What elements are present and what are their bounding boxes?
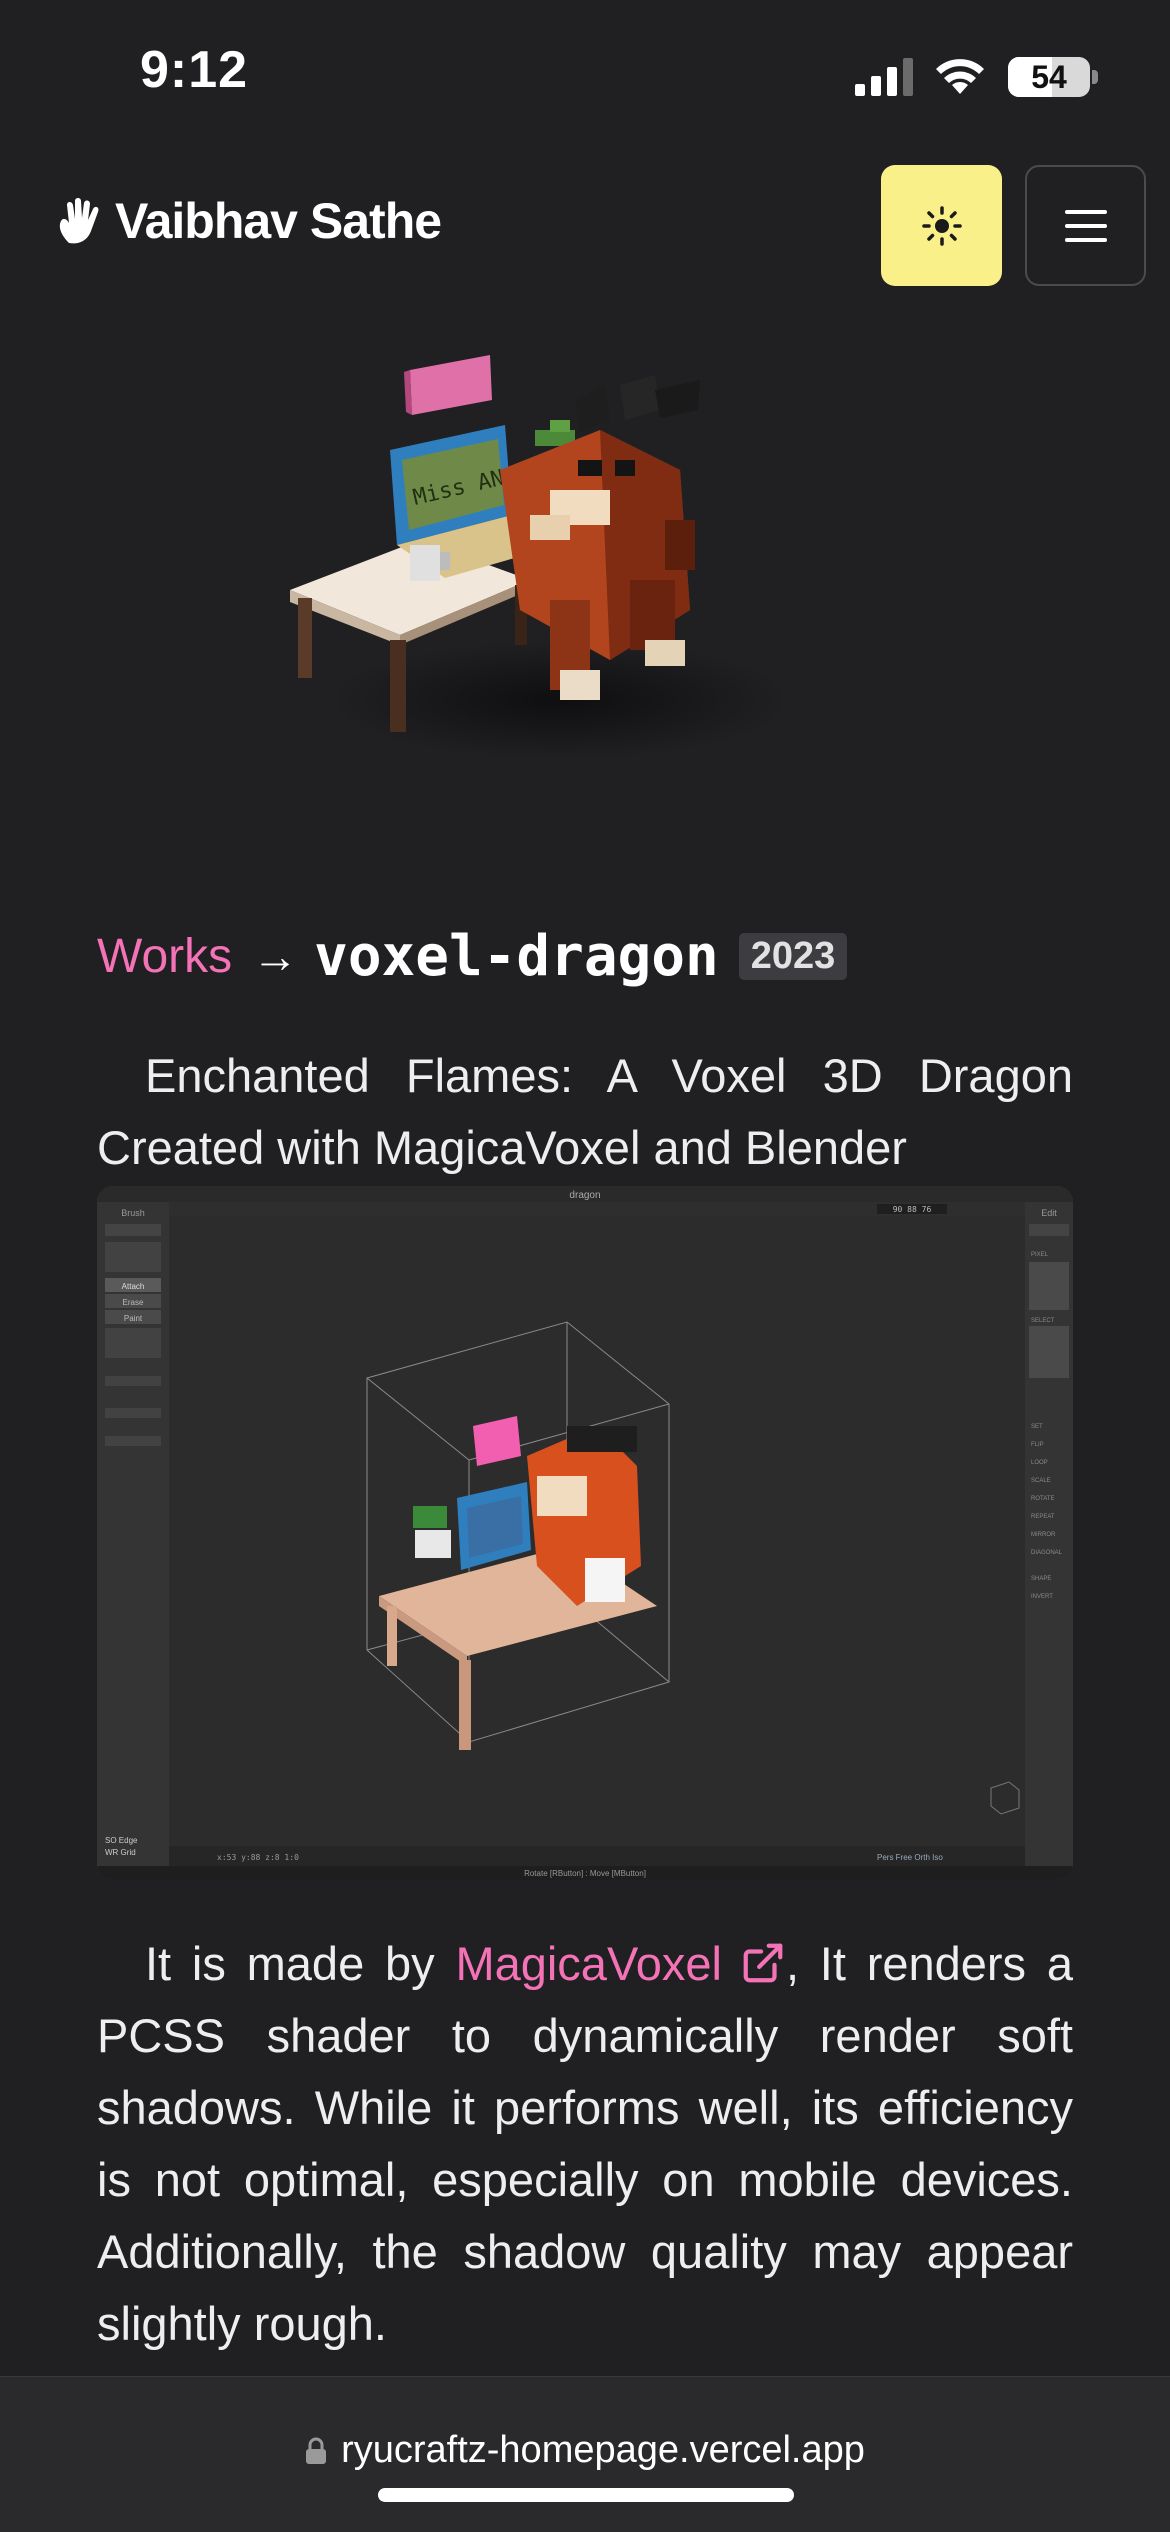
wifi-icon bbox=[936, 59, 984, 94]
editor-right-section-7: REPEAT bbox=[1031, 1514, 1055, 1520]
battery-level: 54 bbox=[1031, 59, 1067, 95]
editor-window-title: dragon bbox=[569, 1190, 600, 1201]
description-paragraph: It is made by MagicaVoxel, It renders a … bbox=[97, 1928, 1073, 2360]
description-text-after-link: , It renders a PCSS shader to dynamicall… bbox=[97, 1937, 1073, 2350]
editor-coords: x:53 y:88 z:8 1:0 bbox=[217, 1853, 299, 1862]
editor-tool-paint: Paint bbox=[124, 1314, 143, 1323]
editor-view-modes: Pers Free Orth Iso bbox=[877, 1853, 943, 1862]
hand-icon bbox=[59, 198, 99, 244]
status-time: 9:12 bbox=[140, 41, 249, 99]
editor-tool-erase: Erase bbox=[123, 1298, 144, 1307]
editor-status-hint: Rotate [RButton] : Move [MButton] bbox=[524, 1869, 646, 1878]
home-indicator[interactable] bbox=[378, 2488, 794, 2502]
editor-right-section-9: DIAGONAL bbox=[1031, 1550, 1063, 1556]
menu-button[interactable] bbox=[1025, 165, 1146, 286]
editor-right-section-0: PIXEL bbox=[1031, 1252, 1049, 1258]
breadcrumb-works-link[interactable]: Works bbox=[97, 929, 232, 984]
external-link-icon[interactable] bbox=[740, 1940, 786, 1986]
url-display[interactable]: ryucraftz-homepage.vercel.app bbox=[0, 2429, 1170, 2472]
editor-right-section-2: SET bbox=[1031, 1424, 1043, 1430]
editor-tool-attach: Attach bbox=[122, 1282, 145, 1291]
editor-bottom-left-1: SO Edge bbox=[105, 1836, 138, 1845]
intro-paragraph: Enchanted Flames: A Voxel 3D Dragon Crea… bbox=[97, 1049, 1073, 1174]
editor-right-section-11: INVERT bbox=[1031, 1594, 1053, 1600]
editor-right-section-3: FLIP bbox=[1031, 1442, 1044, 1448]
page-title: voxel-dragon bbox=[314, 923, 719, 989]
sun-icon bbox=[921, 205, 962, 246]
editor-right-section-8: MIRROR bbox=[1031, 1532, 1056, 1538]
site-name: Vaibhav Sathe bbox=[115, 193, 442, 249]
breadcrumb: Works → voxel-dragon 2023 bbox=[97, 918, 848, 994]
editor-right-panel-title: Edit bbox=[1041, 1208, 1057, 1218]
cellular-signal-icon bbox=[855, 58, 913, 96]
editor-left-panel-title: Brush bbox=[121, 1208, 145, 1218]
site-header: Vaibhav Sathe bbox=[0, 140, 1170, 310]
editor-right-section-1: SELECT bbox=[1031, 1318, 1055, 1324]
editor-right-section-6: ROTATE bbox=[1031, 1496, 1054, 1502]
magicavoxel-editor-screenshot: dragon Brush Attach Erase Paint SO Edge … bbox=[97, 1186, 1073, 1880]
site-logo[interactable]: Vaibhav Sathe bbox=[55, 192, 442, 250]
editor-right-section-4: LOOP bbox=[1031, 1460, 1048, 1466]
lock-icon bbox=[306, 2437, 327, 2464]
editor-bottom-left-2: WR Grid bbox=[105, 1848, 136, 1857]
breadcrumb-separator: → bbox=[252, 930, 299, 982]
year-badge: 2023 bbox=[738, 932, 848, 980]
editor-dims: 90 88 76 bbox=[893, 1205, 932, 1214]
magicavoxel-link[interactable]: MagicaVoxel bbox=[455, 1937, 786, 1990]
magicavoxel-link-text[interactable]: MagicaVoxel bbox=[455, 1937, 722, 1990]
browser-url-bar[interactable]: ryucraftz-homepage.vercel.app bbox=[0, 2376, 1170, 2532]
voxel-dragon-hero-image: Miss AN bbox=[290, 355, 780, 760]
editor-right-section-10: SHAPE bbox=[1031, 1576, 1051, 1582]
battery-icon: 54 bbox=[1008, 57, 1090, 97]
description-text-before-link: It is made by bbox=[145, 1937, 456, 1990]
theme-toggle-button[interactable] bbox=[881, 165, 1002, 286]
url-text[interactable]: ryucraftz-homepage.vercel.app bbox=[341, 2429, 865, 2472]
status-bar: 9:12 54 bbox=[0, 0, 1170, 140]
editor-right-section-5: SCALE bbox=[1031, 1478, 1051, 1484]
battery-cap bbox=[1092, 70, 1098, 84]
hamburger-menu-icon bbox=[1064, 209, 1107, 242]
